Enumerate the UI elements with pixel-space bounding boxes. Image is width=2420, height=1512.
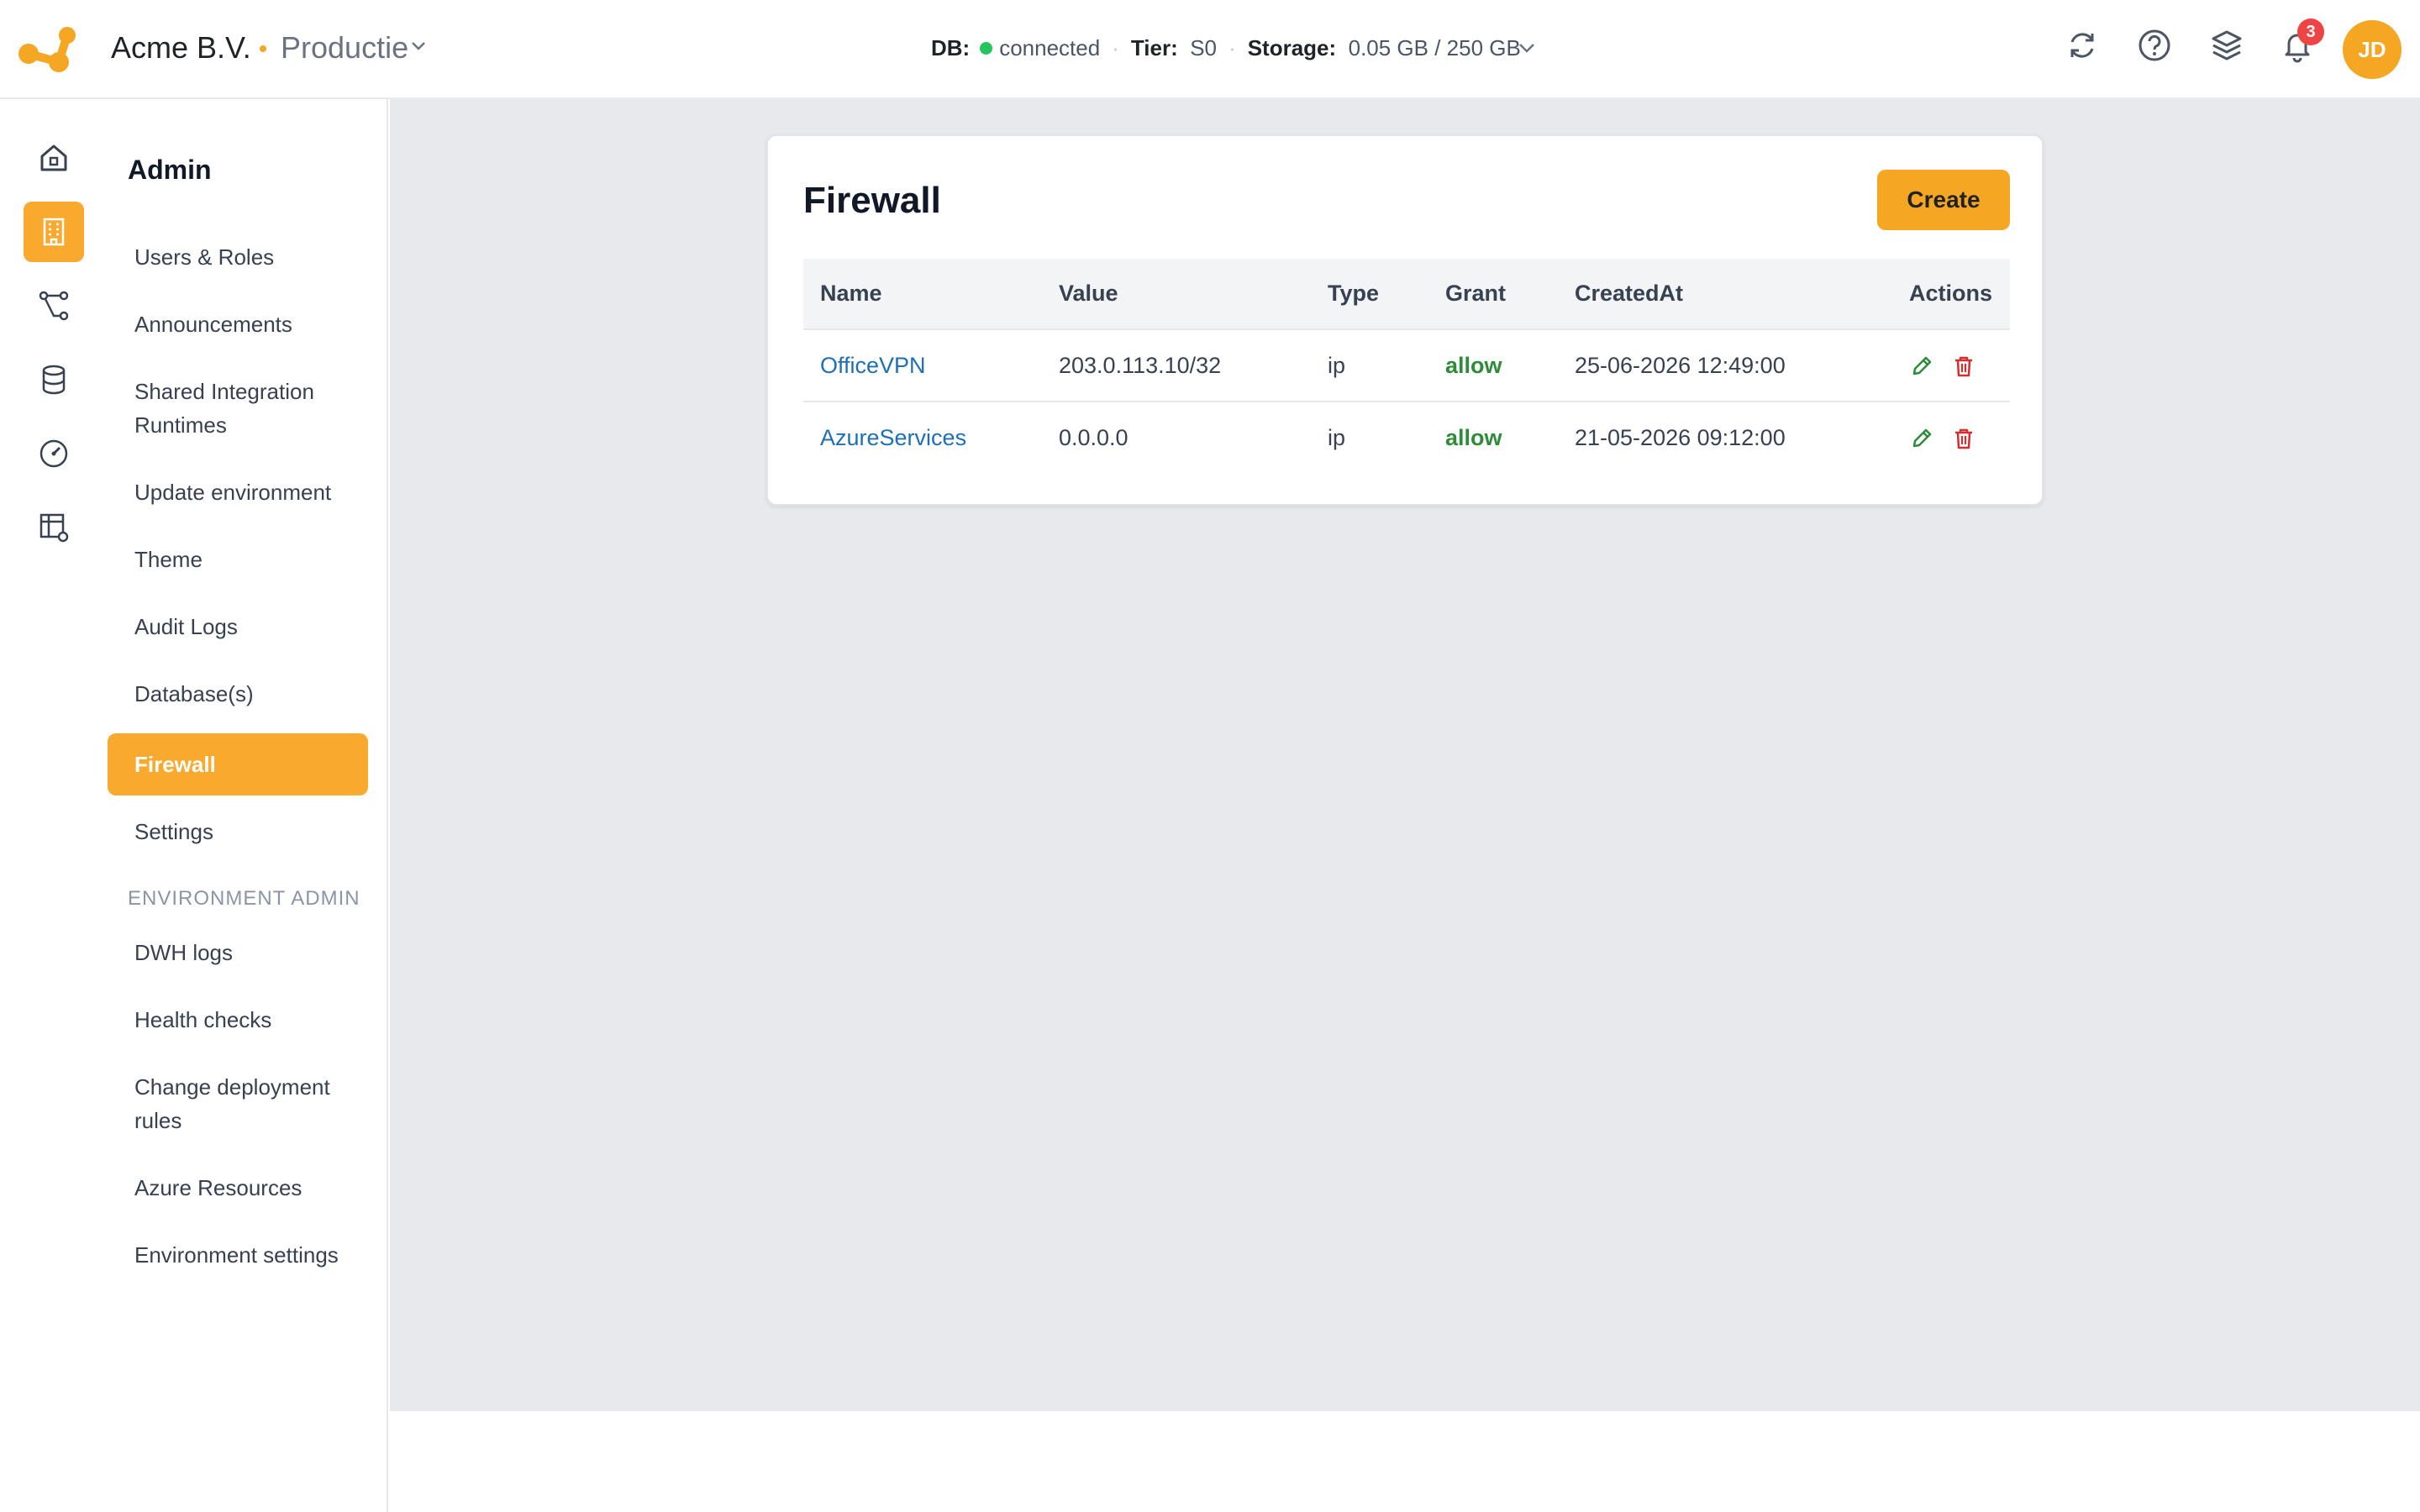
environment-status: DB: connected · Tier: S0 · Storage: 0.05 GB /…	[931, 35, 1521, 60]
home-icon	[40, 144, 67, 171]
db-label: DB:	[931, 35, 971, 60]
table-settings-icon	[39, 513, 69, 543]
sidebar-item-shared-integration-runtimes[interactable]: Shared Integration Runtimes	[108, 375, 326, 442]
row-actions	[1892, 402, 2010, 474]
environment-admin-section-label: ENVIRONMENT ADMIN	[128, 887, 360, 910]
chevron-down-icon[interactable]	[410, 40, 427, 52]
delete-trash-icon[interactable]	[1951, 354, 1976, 379]
admin-sidebar: Admin Users & Roles Announcements Shared…	[108, 99, 388, 1512]
delete-trash-icon[interactable]	[1951, 426, 1976, 451]
edit-pencil-icon[interactable]	[1909, 354, 1934, 379]
sidebar-item-settings[interactable]: Settings	[108, 815, 368, 848]
notification-count-badge[interactable]: 3	[2297, 18, 2324, 45]
sidebar-item-firewall[interactable]: Firewall	[108, 733, 368, 795]
layers-icon[interactable]	[2208, 27, 2245, 64]
rail-databases[interactable]	[24, 349, 84, 410]
help-icon[interactable]	[2136, 27, 2173, 64]
footer	[390, 1411, 2420, 1512]
edit-pencil-icon[interactable]	[1909, 426, 1934, 451]
tier-value: S0	[1190, 35, 1218, 60]
sidebar-item-audit-logs[interactable]: Audit Logs	[108, 610, 368, 643]
firewall-card: Firewall Create Name Value Type Grant Cr…	[766, 134, 2044, 506]
sidebar-item-environment-settings[interactable]: Environment settings	[108, 1238, 368, 1272]
column-header-value[interactable]: Value	[1042, 259, 1311, 330]
sidebar-item-dwh-logs[interactable]: DWH logs	[108, 936, 368, 969]
rule-value: 0.0.0.0	[1059, 425, 1128, 450]
tier-label: Tier:	[1130, 35, 1178, 60]
sidebar-item-users-roles[interactable]: Users & Roles	[108, 240, 368, 274]
sidebar-item-azure-resources[interactable]: Azure Resources	[108, 1171, 368, 1205]
database-icon	[42, 365, 66, 395]
column-header-grant[interactable]: Grant	[1428, 259, 1558, 330]
table-row: AzureServices 0.0.0.0 ip allow 21-05-202…	[803, 402, 2010, 474]
sidebar-item-health-checks[interactable]: Health checks	[108, 1003, 368, 1037]
sidebar-item-databases[interactable]: Database(s)	[108, 677, 368, 711]
rule-value: 203.0.113.10/32	[1042, 329, 1311, 402]
app-logo-icon[interactable]	[17, 24, 81, 74]
environment-selector[interactable]: Productie	[281, 30, 408, 66]
sidebar-item-announcements[interactable]: Announcements	[108, 307, 368, 341]
storage-label: Storage:	[1247, 35, 1337, 60]
rail-table-settings[interactable]	[24, 497, 84, 558]
rail-home[interactable]	[24, 128, 84, 188]
rule-name-link[interactable]: OfficeVPN	[820, 353, 926, 378]
rule-name-link[interactable]: AzureServices	[820, 425, 966, 450]
org-name: Acme B.V.	[111, 30, 251, 65]
rule-created-at: 21-05-2026 09:12:00	[1575, 425, 1786, 450]
column-header-name[interactable]: Name	[803, 259, 1042, 330]
rail-monitoring[interactable]	[24, 423, 84, 484]
sidebar-title: Admin	[128, 155, 212, 185]
gauge-icon	[39, 439, 68, 468]
page-title: Firewall	[803, 180, 941, 221]
icon-rail	[0, 99, 108, 1512]
top-bar: Acme B.V. Productie DB: connected · Tier: S…	[0, 0, 2420, 99]
sidebar-item-theme[interactable]: Theme	[108, 543, 368, 576]
firewall-table: Name Value Type Grant CreatedAt Actions …	[803, 259, 2010, 474]
db-status-value: connected	[999, 35, 1101, 60]
column-header-type[interactable]: Type	[1311, 259, 1428, 330]
table-header-row: Name Value Type Grant CreatedAt Actions	[803, 259, 2010, 330]
connected-dot-icon	[980, 42, 993, 55]
rail-admin[interactable]	[24, 202, 84, 262]
user-avatar[interactable]: JD	[2343, 20, 2402, 79]
row-actions	[1892, 329, 2010, 402]
table-row: OfficeVPN 203.0.113.10/32 ip allow 25-06…	[803, 329, 2010, 402]
refresh-icon[interactable]	[2064, 27, 2101, 64]
org-separator-dot	[260, 45, 266, 52]
rule-type: ip	[1328, 425, 1346, 450]
rule-created-at: 25-06-2026 12:49:00	[1558, 329, 1892, 402]
rail-pipelines[interactable]	[24, 276, 84, 336]
column-header-actions: Actions	[1892, 259, 2010, 330]
rule-grant: allow	[1445, 425, 1502, 450]
rule-type: ip	[1311, 329, 1428, 402]
sidebar-item-change-deployment-rules[interactable]: Change deployment rules	[108, 1070, 334, 1137]
rule-grant: allow	[1445, 352, 1502, 378]
pipeline-icon	[39, 291, 69, 321]
create-button[interactable]: Create	[1877, 170, 2010, 230]
building-icon	[43, 218, 65, 246]
sidebar-item-update-environment[interactable]: Update environment	[108, 475, 368, 509]
chevron-down-icon[interactable]	[1518, 42, 1536, 54]
column-header-created-at[interactable]: CreatedAt	[1558, 259, 1892, 330]
storage-value: 0.05 GB / 250 GB	[1348, 35, 1521, 60]
